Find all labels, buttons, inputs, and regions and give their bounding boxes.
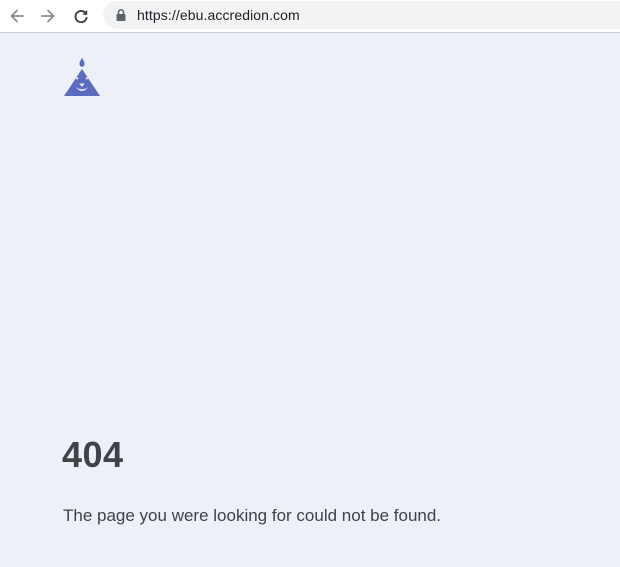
arrow-right-icon — [41, 9, 55, 23]
reload-button[interactable] — [70, 5, 92, 27]
reload-icon — [74, 9, 88, 24]
arrow-left-icon — [10, 9, 24, 23]
url-text: https://ebu.accredion.com — [137, 7, 300, 23]
back-button[interactable] — [6, 5, 28, 27]
error-message: The page you were looking for could not … — [63, 506, 442, 525]
forward-button[interactable] — [37, 5, 59, 27]
accredion-logo[interactable] — [62, 58, 102, 98]
error-code-heading: 404 — [62, 434, 124, 475]
address-bar[interactable]: https://ebu.accredion.com — [103, 1, 620, 29]
lock-icon — [116, 9, 126, 21]
page-content: 404 The page you were looking for could … — [0, 34, 620, 567]
browser-toolbar: https://ebu.accredion.com — [0, 0, 620, 33]
